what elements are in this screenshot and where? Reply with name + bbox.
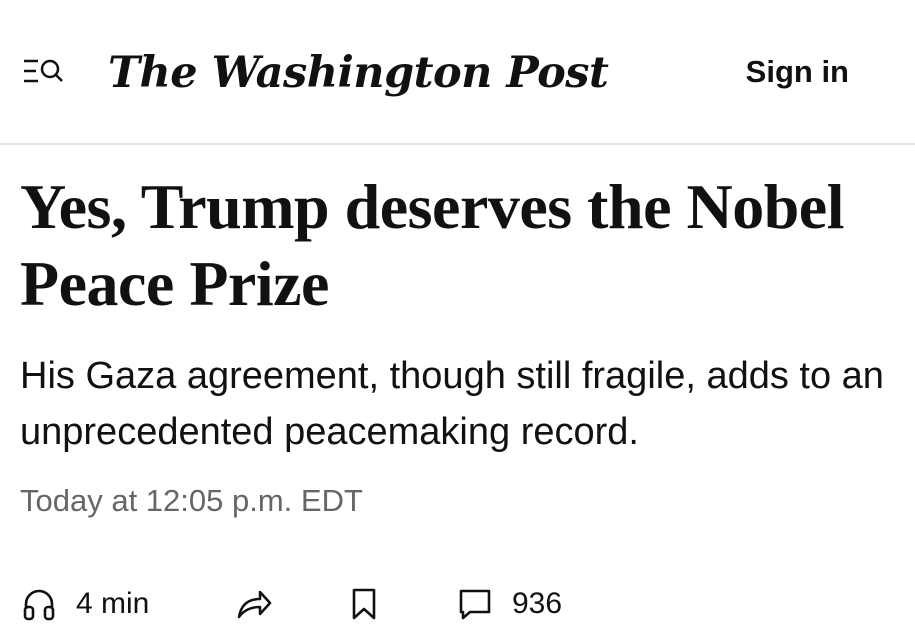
listen-button[interactable]: 4 min <box>22 580 149 628</box>
menu-search-icon <box>24 59 63 83</box>
share-button[interactable] <box>236 580 272 628</box>
bookmark-icon <box>352 588 376 620</box>
comments-button[interactable]: 936 <box>458 580 562 628</box>
sign-in-button[interactable]: Sign in <box>746 52 849 92</box>
article-timestamp: Today at 12:05 p.m. EDT <box>20 483 363 518</box>
site-logo[interactable]: The Washington Post <box>108 38 609 108</box>
share-arrow-icon <box>237 590 272 619</box>
comments-count: 936 <box>512 587 563 620</box>
article-headline: Yes, Trump deserves the Nobel Peace Priz… <box>20 171 844 319</box>
comment-icon <box>459 589 491 620</box>
save-button[interactable] <box>350 580 378 628</box>
headphones-icon <box>23 589 55 621</box>
listen-duration: 4 min <box>76 587 150 620</box>
menu-search-button[interactable] <box>22 55 66 91</box>
article-action-bar: 4 min 936 <box>0 580 915 630</box>
article-subheadline: His Gaza agreement, though still fragile… <box>20 355 884 453</box>
site-header: The Washington Post Sign in <box>0 0 915 145</box>
